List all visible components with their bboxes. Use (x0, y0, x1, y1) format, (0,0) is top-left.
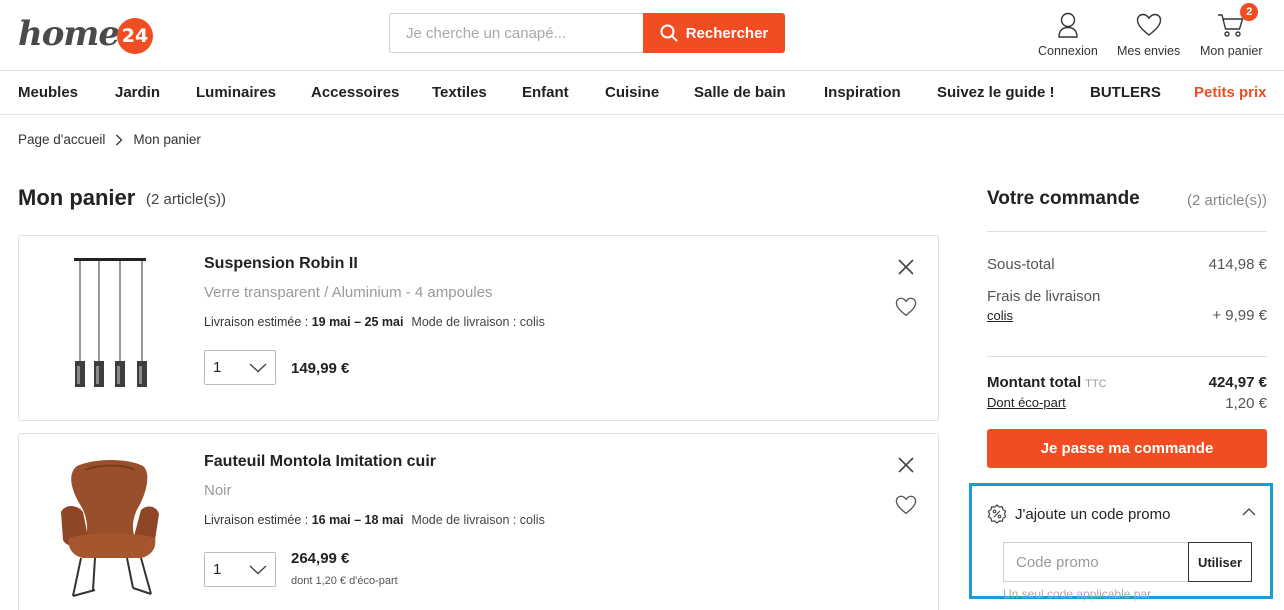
breadcrumb: Page d'accueil Mon panier (18, 132, 201, 147)
item-delivery: Livraison estimée : 19 mai – 25 mai Mode … (204, 315, 545, 329)
wishlist-link[interactable]: Mes envies (1117, 10, 1180, 58)
delivery-prefix: Livraison estimée : (204, 315, 312, 329)
percent-badge-icon (987, 504, 1007, 524)
login-link[interactable]: Connexion (1038, 10, 1098, 58)
add-to-wishlist-heart-icon[interactable] (895, 297, 917, 317)
nav-item-petits-prix[interactable]: Petits prix (1194, 84, 1267, 101)
main-nav: Meubles Jardin Luminaires Accessoires Te… (0, 70, 1284, 115)
delivery-mode: Mode de livraison : colis (411, 513, 545, 527)
quantity-value: 1 (213, 561, 222, 578)
cart-count-label: (2 article(s)) (146, 191, 227, 208)
nav-item-accessoires[interactable]: Accessoires (311, 84, 399, 101)
delivery-prefix: Livraison estimée : (204, 513, 312, 527)
cart-link[interactable]: 2 Mon panier (1200, 3, 1263, 58)
cart-item: Fauteuil Montola Imitation cuir Noir Liv… (18, 433, 939, 610)
total-label-text: Montant total (987, 374, 1082, 391)
remove-item-close-icon[interactable] (897, 456, 915, 474)
search-bar: Rechercher (389, 13, 785, 53)
user-icon (1057, 10, 1079, 40)
total-ttc: TTC (1085, 378, 1107, 390)
promo-heading: J'ajoute un code promo (1015, 505, 1171, 523)
shipping-mode-link[interactable]: colis (987, 308, 1013, 323)
total-label: Montant total TTC (987, 374, 1107, 391)
cart-count-badge: 2 (1240, 3, 1259, 21)
delivery-dates: 16 mai – 18 mai (311, 513, 404, 527)
armchair-image (61, 460, 159, 597)
apply-promo-button[interactable]: Utiliser (1188, 542, 1252, 582)
logo-badge: 24 (117, 18, 154, 54)
heart-icon (1136, 10, 1162, 40)
chevron-up-icon[interactable] (1242, 508, 1256, 516)
cart-icon: 2 (1217, 3, 1259, 40)
search-button[interactable]: Rechercher (643, 13, 785, 53)
nav-item-butlers[interactable]: BUTLERS (1090, 84, 1161, 101)
nav-item-meubles[interactable]: Meubles (18, 84, 78, 101)
chevron-down-icon (249, 564, 267, 574)
item-variant: Verre transparent / Aluminium - 4 ampoul… (204, 284, 493, 301)
quantity-select[interactable]: 1 (204, 350, 276, 385)
promo-toggle[interactable]: J'ajoute un code promo (987, 504, 1170, 524)
item-price: 264,99 € (291, 550, 350, 567)
subtotal-label: Sous-total (987, 256, 1055, 273)
item-price: 149,99 € (291, 360, 350, 377)
order-summary-count: (2 article(s)) (1186, 192, 1267, 209)
breadcrumb-current: Mon panier (133, 132, 201, 147)
home24-logo[interactable]: home 24 (18, 12, 154, 56)
chevron-down-icon (249, 362, 267, 372)
item-delivery: Livraison estimée : 16 mai – 18 mai Mode … (204, 513, 545, 527)
total-value: 424,97 € (1208, 374, 1267, 391)
login-label: Connexion (1038, 44, 1098, 58)
nav-item-guide[interactable]: Suivez le guide ! (937, 84, 1055, 101)
logo-text: home (18, 14, 120, 54)
checkout-button[interactable]: Je passe ma commande (987, 429, 1267, 468)
summary-divider (987, 231, 1267, 232)
search-button-label: Rechercher (685, 24, 769, 42)
order-summary-title: Votre commande (987, 188, 1140, 209)
item-variant: Noir (204, 482, 232, 499)
breadcrumb-home[interactable]: Page d'accueil (18, 132, 105, 147)
delivery-dates: 19 mai – 25 mai (311, 315, 404, 329)
quantity-select[interactable]: 1 (204, 552, 276, 587)
nav-item-jardin[interactable]: Jardin (115, 84, 160, 101)
cart-item: Suspension Robin II Verre transparent / … (18, 235, 939, 421)
search-icon (660, 24, 678, 42)
delivery-mode: Mode de livraison : colis (411, 315, 545, 329)
cart-label: Mon panier (1200, 44, 1263, 58)
nav-item-enfant[interactable]: Enfant (522, 84, 569, 101)
promo-code-panel: J'ajoute un code promo Utiliser Un seul … (969, 483, 1273, 601)
remove-item-close-icon[interactable] (897, 258, 915, 276)
search-input[interactable] (389, 13, 643, 53)
shipping-label: Frais de livraison (987, 288, 1101, 305)
nav-item-luminaires[interactable]: Luminaires (196, 84, 276, 101)
add-to-wishlist-heart-icon[interactable] (895, 495, 917, 515)
subtotal-value: 414,98 € (1208, 256, 1267, 273)
item-name[interactable]: Suspension Robin II (204, 255, 358, 273)
wishlist-label: Mes envies (1117, 44, 1181, 58)
promo-code-input[interactable] (1003, 542, 1188, 582)
item-name[interactable]: Fauteuil Montola Imitation cuir (204, 453, 436, 471)
item-eco-part: dont 1,20 € d'éco-part (291, 575, 398, 587)
pendant-lamp-image (74, 258, 147, 387)
chevron-right-icon (115, 134, 123, 146)
quantity-value: 1 (213, 359, 222, 376)
nav-item-textiles[interactable]: Textiles (432, 84, 487, 101)
eco-part-link[interactable]: Dont éco-part (987, 395, 1066, 410)
nav-item-salle-de-bain[interactable]: Salle de bain (694, 84, 786, 101)
promo-note: Un seul code applicable par (1003, 587, 1152, 601)
page-title: Mon panier (18, 185, 136, 210)
shipping-value: + 9,99 € (1212, 307, 1267, 324)
nav-item-inspiration[interactable]: Inspiration (824, 84, 901, 101)
summary-divider (987, 356, 1267, 357)
site-header: home 24 Rechercher Connexion Mes envies … (0, 0, 1284, 70)
eco-part-value: 1,20 € (1225, 395, 1267, 412)
nav-item-cuisine[interactable]: Cuisine (605, 84, 659, 101)
